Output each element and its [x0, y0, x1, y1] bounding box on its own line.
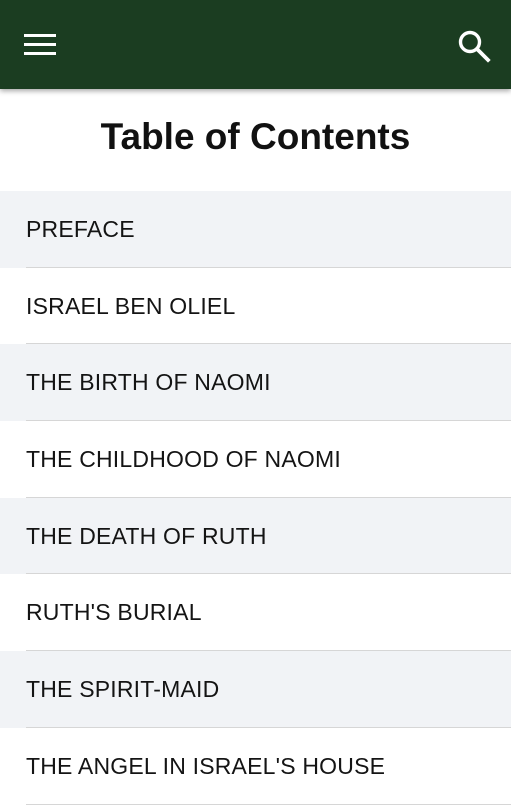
hamburger-menu-icon — [24, 34, 56, 55]
search-button[interactable] — [451, 24, 497, 68]
toc-list: PREFACE ISRAEL BEN OLIEL THE BIRTH OF NA… — [0, 191, 511, 805]
toc-item-preface[interactable]: PREFACE — [0, 191, 511, 268]
toc-item-birth-of-naomi[interactable]: THE BIRTH OF NAOMI — [0, 344, 511, 422]
toc-item-ruths-burial[interactable]: RUTH'S BURIAL — [0, 574, 511, 651]
search-icon — [458, 30, 491, 63]
page-title: Table of Contents — [100, 116, 411, 157]
toc-item-death-of-ruth[interactable]: THE DEATH OF RUTH — [0, 497, 511, 575]
menu-button[interactable] — [14, 25, 66, 65]
toc-item-childhood-of-naomi[interactable]: THE CHILDHOOD OF NAOMI — [0, 421, 511, 498]
app-bar — [0, 0, 511, 89]
toc-item-spirit-maid[interactable]: THE SPIRIT-MAID — [0, 651, 511, 728]
toc-item-angel-in-israels-house[interactable]: THE ANGEL IN ISRAEL'S HOUSE — [0, 728, 511, 805]
toc-item-israel-ben-oliel[interactable]: ISRAEL BEN OLIEL — [0, 268, 511, 345]
